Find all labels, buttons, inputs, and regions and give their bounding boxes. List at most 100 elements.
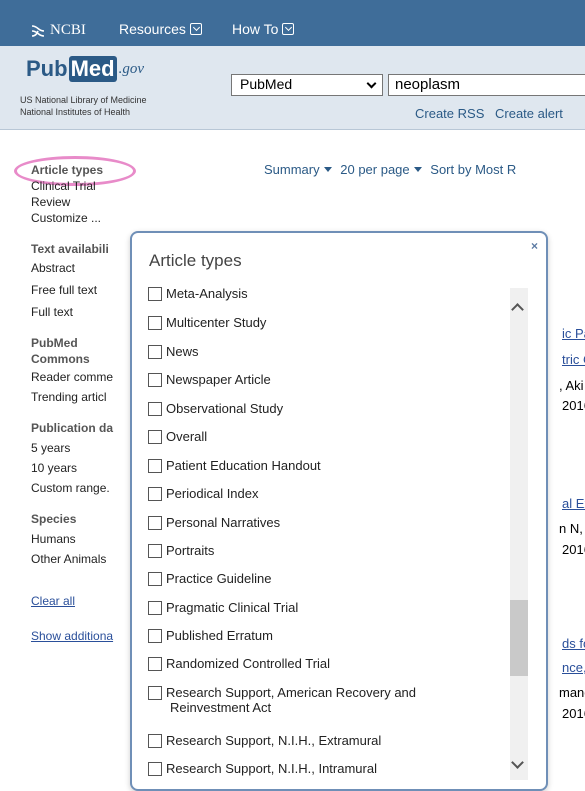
checkbox[interactable] — [148, 430, 162, 444]
checkbox[interactable] — [148, 762, 162, 776]
ncbi-helix-icon — [31, 24, 45, 37]
option-research-support-arra[interactable]: Research Support, American Recovery and R… — [148, 685, 416, 715]
filter-clinical-trial[interactable]: Clinical Trial — [31, 178, 131, 194]
subtitle-line-2: National Institutes of Health — [20, 107, 131, 117]
show-additional-filters-link[interactable]: Show additiona — [31, 628, 131, 644]
scrollbar-thumb[interactable] — [510, 600, 528, 676]
option-label: Research Support, N.I.H., Extramural — [166, 733, 382, 748]
filter-10-years[interactable]: 10 years — [31, 460, 131, 476]
result-title-fragment[interactable]: tric C — [562, 352, 585, 367]
howto-label: How To — [232, 21, 279, 37]
result-authors-fragment: n N, — [559, 521, 583, 536]
clear-all-link[interactable]: Clear all — [31, 593, 131, 609]
option-research-support-nih-extramural[interactable]: Research Support, N.I.H., Extramural — [148, 733, 381, 748]
checkbox[interactable] — [148, 734, 162, 748]
checkbox[interactable] — [148, 686, 162, 700]
filter-custom-range[interactable]: Custom range. — [31, 480, 131, 496]
option-label: Practice Guideline — [166, 571, 272, 586]
commons-heading: Commons — [31, 352, 90, 366]
ncbi-logo[interactable]: NCBI — [30, 22, 86, 39]
filter-sidebar: Article types Clinical Trial Review Cust… — [31, 162, 131, 644]
option-multicenter-study[interactable]: Multicenter Study — [148, 315, 266, 330]
option-practice-guideline[interactable]: Practice Guideline — [148, 571, 272, 586]
pubmed-subtitle: US National Library of Medicine National… — [20, 94, 147, 118]
checkbox[interactable] — [148, 402, 162, 416]
option-pragmatic-clinical-trial[interactable]: Pragmatic Clinical Trial — [148, 600, 298, 615]
option-label: Research Support, American Recovery and R… — [166, 685, 416, 715]
option-label: Personal Narratives — [166, 515, 281, 530]
checkbox[interactable] — [148, 601, 162, 615]
option-randomized-controlled-trial[interactable]: Randomized Controlled Trial — [148, 656, 330, 671]
result-title-fragment[interactable]: nce, — [562, 660, 585, 675]
filter-5-years[interactable]: 5 years — [31, 440, 131, 456]
result-authors-fragment: mane — [559, 685, 585, 700]
checkbox[interactable] — [148, 657, 162, 671]
checkbox[interactable] — [148, 629, 162, 643]
checkbox[interactable] — [148, 287, 162, 301]
summary-format-menu[interactable]: Summary — [264, 162, 337, 177]
filter-full-text[interactable]: Full text — [31, 304, 131, 320]
result-title-fragment[interactable]: ic Pa — [562, 326, 585, 341]
filter-review[interactable]: Review — [31, 194, 131, 210]
result-date-fragment: 2016 — [562, 706, 585, 721]
per-page-menu[interactable]: 20 per page — [340, 162, 426, 177]
result-date-fragment: 2016 — [562, 542, 585, 557]
option-label: Multicenter Study — [166, 315, 267, 330]
resources-menu[interactable]: Resources — [119, 21, 202, 37]
option-newspaper-article[interactable]: Newspaper Article — [148, 372, 271, 387]
ncbi-logo-text: NCBI — [50, 22, 86, 38]
checkbox[interactable] — [148, 316, 162, 330]
option-label: Meta-Analysis — [166, 286, 248, 301]
checkbox[interactable] — [148, 516, 162, 530]
result-title-fragment[interactable]: al Ex — [562, 496, 585, 511]
checkbox[interactable] — [148, 487, 162, 501]
filter-abstract[interactable]: Abstract — [31, 260, 131, 276]
checkbox[interactable] — [148, 345, 162, 359]
chevron-down-icon[interactable] — [511, 756, 524, 769]
customize-link[interactable]: Customize ... — [31, 210, 131, 226]
filter-free-full-text[interactable]: Free full text — [31, 282, 131, 298]
summary-label: Summary — [264, 162, 320, 177]
logo-gov: .gov — [118, 60, 144, 77]
filter-other-animals[interactable]: Other Animals — [31, 551, 131, 567]
chevron-up-icon[interactable] — [511, 303, 524, 316]
howto-menu[interactable]: How To — [232, 21, 295, 37]
create-alert-link[interactable]: Create alert — [495, 106, 563, 121]
filter-trending-articles[interactable]: Trending articl — [31, 389, 131, 405]
options-scrollbar[interactable] — [510, 288, 528, 780]
close-icon[interactable]: × — [531, 239, 538, 253]
ncbi-top-bar: NCBI Resources How To — [0, 0, 585, 46]
checkbox[interactable] — [148, 544, 162, 558]
option-label: News — [166, 344, 199, 359]
option-label: Newspaper Article — [166, 372, 271, 387]
checkbox[interactable] — [148, 572, 162, 586]
option-label: Patient Education Handout — [166, 458, 321, 473]
create-rss-link[interactable]: Create RSS — [415, 106, 484, 121]
option-portraits[interactable]: Portraits — [148, 543, 214, 558]
filter-humans[interactable]: Humans — [31, 531, 131, 547]
dialog-title: Article types — [149, 251, 242, 270]
logo-pub: Pub — [26, 56, 68, 81]
database-select[interactable]: PubMed — [231, 74, 383, 96]
option-periodical-index[interactable]: Periodical Index — [148, 486, 259, 501]
option-overall[interactable]: Overall — [148, 429, 207, 444]
filter-reader-comments[interactable]: Reader comme — [31, 369, 131, 385]
result-toolbar: Summary 20 per page Sort by Most R — [264, 162, 516, 177]
option-observational-study[interactable]: Observational Study — [148, 401, 283, 416]
option-personal-narratives[interactable]: Personal Narratives — [148, 515, 280, 530]
sort-by-menu[interactable]: Sort by Most R — [430, 162, 516, 177]
option-meta-analysis[interactable]: Meta-Analysis — [148, 286, 248, 301]
option-patient-education-handout[interactable]: Patient Education Handout — [148, 458, 321, 473]
option-published-erratum[interactable]: Published Erratum — [148, 628, 273, 643]
search-input[interactable]: neoplasm — [388, 74, 585, 96]
pubmed-logo[interactable]: Pub Med .gov — [26, 56, 144, 82]
checkbox[interactable] — [148, 373, 162, 387]
option-news[interactable]: News — [148, 344, 199, 359]
result-title-fragment[interactable]: ds fo — [562, 636, 585, 651]
option-label: Periodical Index — [166, 486, 259, 501]
publication-dates-heading: Publication da — [31, 421, 114, 435]
per-page-label: 20 per page — [340, 162, 410, 177]
option-label: Observational Study — [166, 401, 284, 416]
pubmed-header: Pub Med .gov US National Library of Medi… — [0, 46, 585, 130]
checkbox[interactable] — [148, 459, 162, 473]
